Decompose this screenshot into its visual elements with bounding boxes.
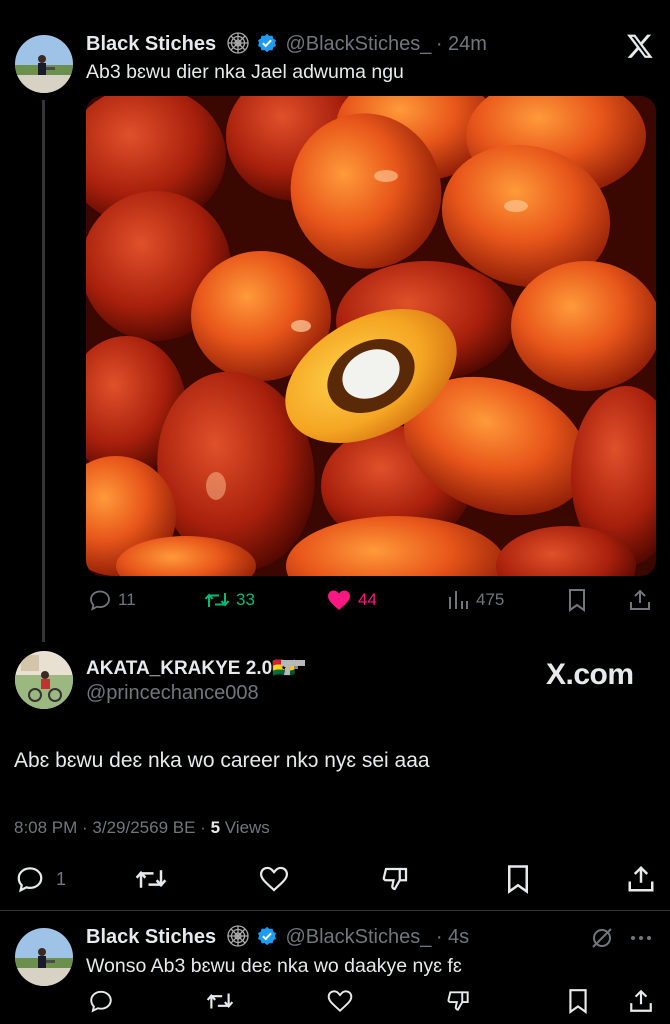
divider bbox=[0, 910, 670, 911]
display-name[interactable]: Black Stiches bbox=[86, 926, 216, 948]
share-button[interactable] bbox=[626, 864, 656, 894]
handle[interactable]: @BlackStiches_ bbox=[285, 926, 431, 948]
views-label: Views bbox=[220, 818, 270, 837]
dislike-button[interactable] bbox=[380, 864, 412, 894]
verified-badge-icon bbox=[257, 926, 276, 946]
x-logo-icon[interactable] bbox=[626, 32, 654, 65]
handle[interactable]: @princechance008 bbox=[86, 682, 259, 705]
tweet-meta: 8:08 PM · 3/29/2569 BE · 5 Views bbox=[14, 818, 270, 838]
dislike-button[interactable] bbox=[446, 988, 472, 1014]
thread-line bbox=[42, 100, 45, 642]
bookmark-button[interactable] bbox=[504, 864, 532, 894]
tweet-text: Abɛ bɛwu deɛ nka wo career nkɔ nyɛ sei a… bbox=[14, 749, 430, 772]
share-button[interactable] bbox=[628, 988, 654, 1014]
reply-button[interactable]: 11 bbox=[88, 588, 136, 612]
retweet-button[interactable] bbox=[134, 864, 168, 894]
handle[interactable]: @BlackStiches_ bbox=[285, 33, 431, 55]
like-count: 44 bbox=[358, 590, 377, 609]
timestamp[interactable]: · 4s bbox=[436, 926, 469, 948]
tweet-header: Black Stiches @BlackStiches_ · 24m bbox=[86, 32, 487, 56]
tweet-timestamp[interactable]: 8:08 PM · 3/29/2569 BE · bbox=[14, 818, 211, 837]
tweet-header: Black Stiches @BlackStiches_ · 4s bbox=[86, 925, 469, 949]
bookmark-button[interactable] bbox=[566, 588, 588, 612]
views-count: 475 bbox=[476, 590, 505, 609]
tweet-text: Ab3 bɛwu dier nka Jael adwuma ngu bbox=[86, 61, 404, 83]
bookmark-button[interactable] bbox=[566, 988, 590, 1014]
tweet-photo[interactable] bbox=[86, 96, 656, 576]
reply-button[interactable] bbox=[88, 988, 114, 1014]
avatar[interactable] bbox=[15, 651, 73, 709]
like-button[interactable] bbox=[326, 988, 354, 1014]
display-name[interactable]: AKATA_KRAKYE 2.0🇬🇭 bbox=[86, 656, 296, 680]
like-button[interactable] bbox=[258, 864, 290, 894]
more-options-icon[interactable] bbox=[628, 926, 654, 955]
avatar[interactable] bbox=[15, 35, 73, 93]
gun-emoji-icon bbox=[280, 658, 306, 681]
display-name[interactable]: Black Stiches bbox=[86, 33, 216, 55]
reply-count: 11 bbox=[118, 590, 136, 609]
views-button[interactable]: 475 bbox=[446, 588, 504, 612]
share-button[interactable] bbox=[628, 588, 652, 612]
verified-badge-icon bbox=[257, 33, 276, 53]
reply-count: 1 bbox=[56, 868, 67, 889]
reply-button[interactable]: 1 bbox=[14, 864, 66, 894]
tweet-text: Wonso Ab3 bɛwu deɛ nka wo daakye nyɛ fɛ bbox=[86, 955, 462, 977]
retweet-button[interactable]: 33 bbox=[204, 588, 255, 612]
spiderweb-icon bbox=[226, 32, 249, 54]
views-count: 5 bbox=[210, 818, 221, 837]
brand-watermark: X.com bbox=[546, 658, 634, 691]
spiderweb-icon bbox=[226, 925, 249, 947]
retweet-button[interactable] bbox=[206, 988, 234, 1014]
timestamp[interactable]: · 24m bbox=[436, 33, 487, 55]
grok-icon[interactable] bbox=[590, 926, 614, 955]
like-button[interactable]: 44 bbox=[326, 588, 377, 612]
retweet-count: 33 bbox=[236, 590, 255, 609]
avatar[interactable] bbox=[15, 928, 73, 986]
